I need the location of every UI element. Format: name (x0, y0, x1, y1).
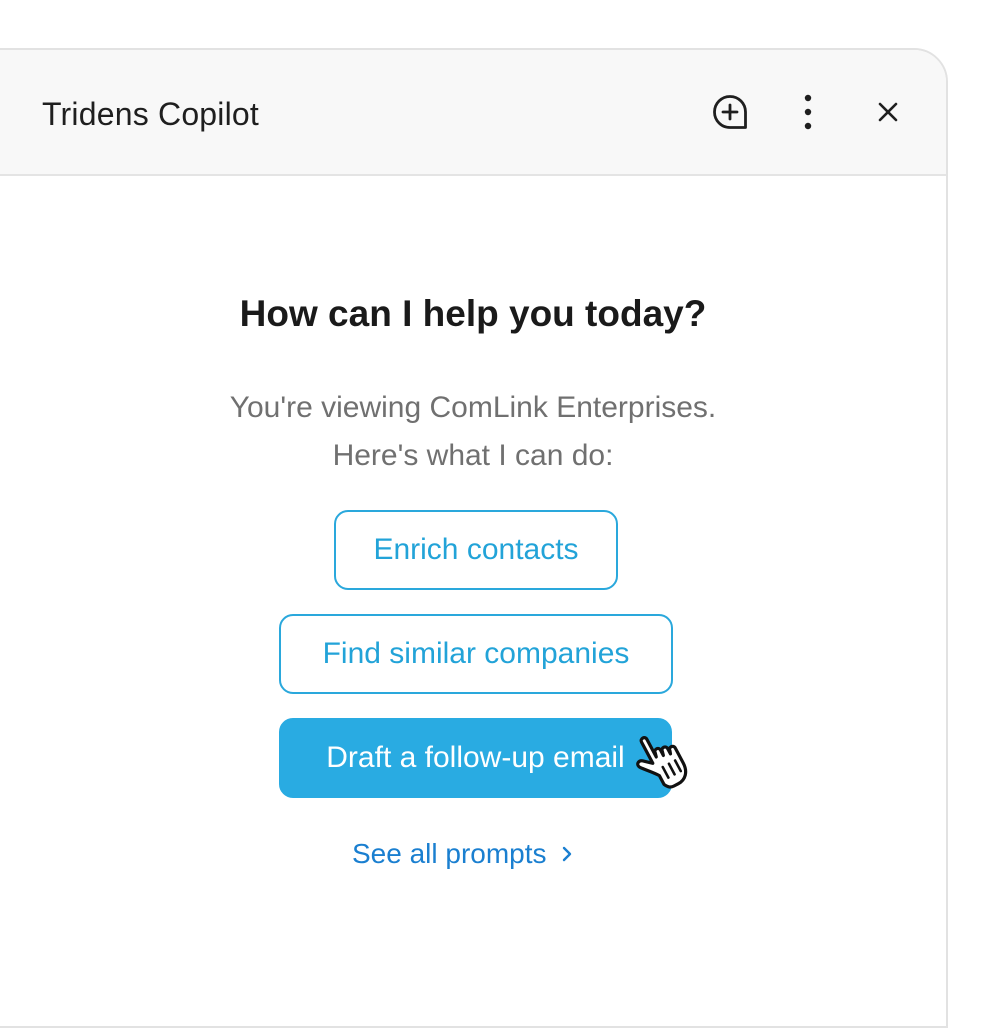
close-button[interactable] (866, 90, 910, 134)
more-vertical-icon (804, 94, 812, 130)
find-similar-companies-button[interactable]: Find similar companies (279, 614, 673, 694)
context-text: You're viewing ComLink Enterprises. (229, 391, 717, 424)
enrich-contacts-button[interactable]: Enrich contacts (334, 510, 618, 590)
more-options-button[interactable] (786, 90, 830, 134)
draft-follow-up-email-button[interactable]: Draft a follow-up email (279, 718, 672, 798)
new-chat-button[interactable] (708, 90, 752, 134)
capabilities-text: Here's what I can do: (332, 439, 614, 472)
see-all-prompts-link[interactable]: See all prompts (352, 836, 573, 872)
see-all-prompts-label: See all prompts (352, 838, 547, 869)
welcome-heading: How can I help you today? (239, 293, 707, 334)
panel-header: Tridens Copilot (0, 50, 946, 176)
copilot-panel: Tridens Copilot How can I help you today… (0, 48, 948, 1028)
close-icon (878, 102, 898, 122)
chevron-right-icon (561, 845, 573, 863)
plus-circle-icon (713, 95, 747, 129)
panel-title: Tridens Copilot (42, 96, 260, 132)
